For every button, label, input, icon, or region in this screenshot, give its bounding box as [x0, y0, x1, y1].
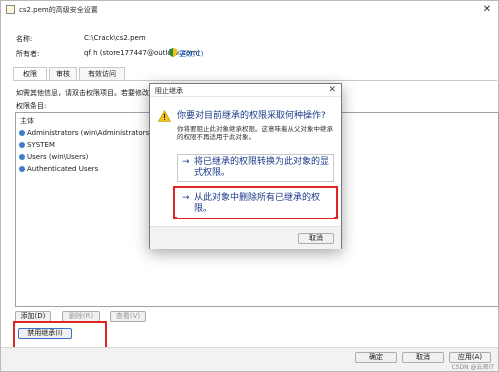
dialog-titlebar: 阻止继承 ✕: [150, 84, 341, 97]
option-label: 将已继承的权限转换为此对象的显式权限。: [194, 157, 330, 178]
tab-divider: [13, 80, 497, 81]
list-item-label: Administrators (win\Administrators): [27, 129, 152, 137]
close-icon[interactable]: ✕: [480, 3, 494, 17]
name-value: C:\Crack\cs2.pem: [84, 34, 146, 42]
block-inheritance-dialog: 阻止继承 ✕ 你要对目前继承的权限采取何种操作? 你将要阻止此对象继承权限。这意…: [149, 83, 342, 249]
remove-inherited-option[interactable]: → 从此对象中删除所有已继承的权限。: [177, 190, 334, 218]
option-label: 从此对象中删除所有已继承的权限。: [194, 193, 321, 214]
view-button[interactable]: 查看(V): [110, 311, 146, 322]
column-principal-header[interactable]: 主体: [20, 116, 34, 126]
arrow-right-icon: →: [182, 157, 190, 167]
tab-effective-access[interactable]: 有效访问: [79, 67, 125, 80]
user-group-icon: [19, 130, 25, 136]
dialog-description: 你将要阻止此对象继承权限。这意味着从父对象中继承的权限不再适用于此对象。: [177, 125, 333, 141]
cancel-button[interactable]: 取消: [402, 352, 444, 363]
user-group-icon: [19, 154, 25, 160]
disable-inheritance-button[interactable]: 禁用继承(I): [18, 328, 72, 339]
perm-entries-label: 权限条目:: [16, 102, 47, 110]
user-group-icon: [19, 142, 25, 148]
change-owner-link[interactable]: 更改(C): [179, 49, 203, 59]
file-icon: [6, 5, 15, 14]
window-title: cs2.pem的高级安全设置: [19, 6, 98, 14]
instructions-text: 如需其他信息，请双击权限项目。若要修改: [16, 89, 149, 97]
list-item[interactable]: SYSTEM: [19, 141, 55, 149]
dialog-title: 阻止继承: [155, 87, 183, 95]
user-group-icon: [19, 166, 25, 172]
ok-button[interactable]: 确定: [355, 352, 397, 363]
warning-icon: [158, 110, 171, 122]
shield-icon: [169, 48, 177, 57]
list-item-label: Users (win\Users): [27, 153, 89, 161]
list-item-label: SYSTEM: [27, 141, 55, 149]
list-item-label: Authenticated Users: [27, 165, 99, 173]
dialog-cancel-button[interactable]: 取消: [298, 233, 334, 244]
tab-permissions[interactable]: 权限: [13, 67, 47, 81]
watermark: CSDN @云肾IT: [451, 364, 494, 371]
window-titlebar: cs2.pem的高级安全设置 ✕: [1, 1, 498, 19]
list-item[interactable]: Administrators (win\Administrators): [19, 129, 152, 137]
owner-label: 所有者:: [16, 50, 40, 58]
tab-auditing[interactable]: 审核: [49, 67, 77, 80]
dialog-heading: 你要对目前继承的权限采取何种操作?: [177, 111, 326, 121]
list-item[interactable]: Authenticated Users: [19, 165, 98, 173]
name-label: 名称:: [16, 35, 33, 43]
dialog-close-icon[interactable]: ✕: [328, 84, 336, 97]
list-item[interactable]: Users (win\Users): [19, 153, 88, 161]
arrow-right-icon: →: [182, 193, 190, 203]
convert-inherited-option[interactable]: → 将已继承的权限转换为此对象的显式权限。: [177, 154, 334, 182]
